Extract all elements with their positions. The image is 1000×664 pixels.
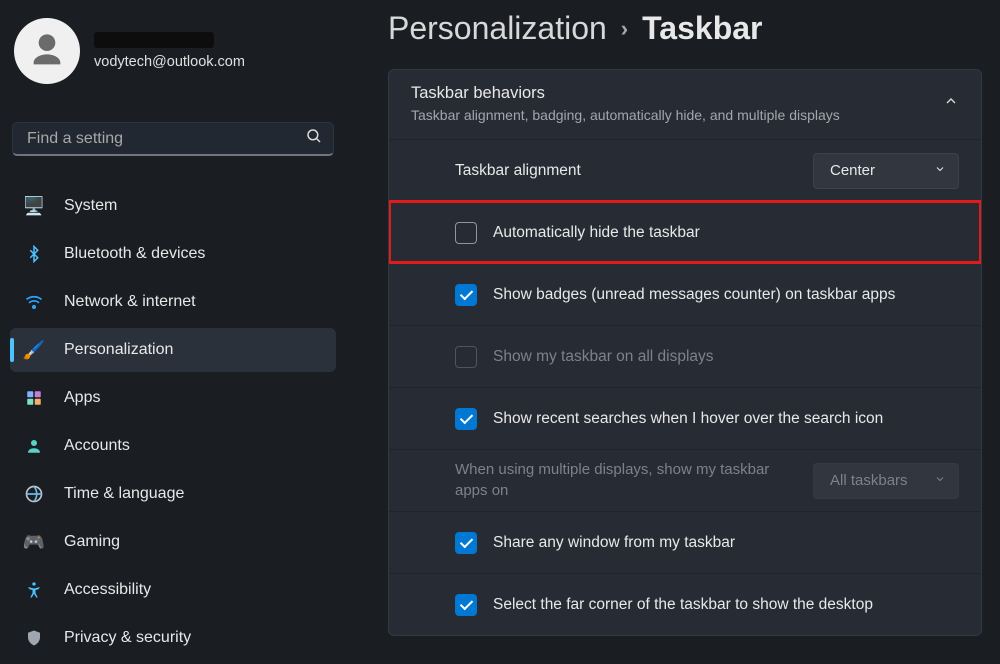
taskbar-behaviors-card: Taskbar behaviors Taskbar alignment, bad… — [388, 69, 982, 636]
option-label: Automatically hide the taskbar — [493, 224, 700, 242]
checkbox-share-window[interactable] — [455, 532, 477, 554]
card-subtitle: Taskbar alignment, badging, automaticall… — [411, 107, 840, 123]
user-name-redacted — [94, 32, 214, 48]
apps-icon — [22, 386, 46, 410]
shield-icon — [22, 626, 46, 650]
search-input[interactable] — [27, 130, 305, 148]
row-taskbar-alignment: Taskbar alignment Center — [389, 139, 981, 201]
sidebar-item-privacy[interactable]: Privacy & security — [10, 616, 336, 660]
sidebar-item-gaming[interactable]: 🎮 Gaming — [10, 520, 336, 564]
row-share-window[interactable]: Share any window from my taskbar — [389, 511, 981, 573]
sidebar-item-label: Apps — [64, 389, 100, 407]
checkbox-all-displays — [455, 346, 477, 368]
row-recent-searches[interactable]: Show recent searches when I hover over t… — [389, 387, 981, 449]
breadcrumb-current: Taskbar — [642, 10, 762, 47]
sidebar-item-label: Time & language — [64, 485, 184, 503]
checkbox-recent-searches[interactable] — [455, 408, 477, 430]
option-label: Show badges (unread messages counter) on… — [493, 286, 895, 304]
sidebar-item-label: Privacy & security — [64, 629, 191, 647]
sidebar: vodytech@outlook.com 🖥️ System Bluetooth… — [0, 0, 346, 664]
gamepad-icon: 🎮 — [22, 530, 46, 554]
sidebar-item-accessibility[interactable]: Accessibility — [10, 568, 336, 612]
dropdown-value: Center — [830, 162, 875, 179]
checkbox-far-corner[interactable] — [455, 594, 477, 616]
option-label: Show my taskbar on all displays — [493, 348, 714, 366]
option-label: Show recent searches when I hover over t… — [493, 410, 883, 428]
sidebar-item-bluetooth[interactable]: Bluetooth & devices — [10, 232, 336, 276]
breadcrumb-parent[interactable]: Personalization — [388, 10, 607, 47]
search-box[interactable] — [12, 122, 334, 156]
sidebar-item-label: System — [64, 197, 117, 215]
sidebar-item-time-language[interactable]: Time & language — [10, 472, 336, 516]
sidebar-item-label: Personalization — [64, 341, 173, 359]
sidebar-item-system[interactable]: 🖥️ System — [10, 184, 336, 228]
alignment-label: Taskbar alignment — [455, 162, 581, 180]
chevron-up-icon[interactable] — [943, 93, 959, 114]
sidebar-item-network[interactable]: Network & internet — [10, 280, 336, 324]
sidebar-item-label: Network & internet — [64, 293, 196, 311]
row-show-badges[interactable]: Show badges (unread messages counter) on… — [389, 263, 981, 325]
bluetooth-icon — [22, 242, 46, 266]
user-email: vodytech@outlook.com — [94, 54, 245, 70]
sidebar-item-label: Accounts — [64, 437, 130, 455]
card-header[interactable]: Taskbar behaviors Taskbar alignment, bad… — [389, 70, 981, 139]
row-show-taskbar-all-displays: Show my taskbar on all displays — [389, 325, 981, 387]
row-far-corner-desktop[interactable]: Select the far corner of the taskbar to … — [389, 573, 981, 635]
multi-display-label: When using multiple displays, show my ta… — [455, 460, 813, 501]
card-title: Taskbar behaviors — [411, 84, 840, 103]
chevron-right-icon: › — [621, 16, 628, 42]
dropdown-value: All taskbars — [830, 472, 908, 489]
sidebar-item-label: Accessibility — [64, 581, 151, 599]
chevron-down-icon — [934, 472, 946, 489]
clock-globe-icon — [22, 482, 46, 506]
paintbrush-icon: 🖌️ — [22, 338, 46, 362]
accessibility-icon — [22, 578, 46, 602]
sidebar-item-label: Bluetooth & devices — [64, 245, 205, 263]
multi-display-dropdown: All taskbars — [813, 463, 959, 499]
option-label: Select the far corner of the taskbar to … — [493, 596, 873, 614]
option-label: Share any window from my taskbar — [493, 534, 735, 552]
user-block[interactable]: vodytech@outlook.com — [8, 14, 338, 94]
system-icon: 🖥️ — [22, 194, 46, 218]
sidebar-item-accounts[interactable]: Accounts — [10, 424, 336, 468]
nav-list: 🖥️ System Bluetooth & devices Network & … — [8, 180, 338, 664]
search-icon — [305, 127, 323, 150]
row-auto-hide-taskbar[interactable]: Automatically hide the taskbar — [389, 201, 981, 263]
breadcrumb: Personalization › Taskbar — [388, 10, 982, 47]
sidebar-item-apps[interactable]: Apps — [10, 376, 336, 420]
row-multi-display-apps: When using multiple displays, show my ta… — [389, 449, 981, 511]
sidebar-item-personalization[interactable]: 🖌️ Personalization — [10, 328, 336, 372]
chevron-down-icon — [934, 162, 946, 179]
checkbox-show-badges[interactable] — [455, 284, 477, 306]
checkbox-auto-hide[interactable] — [455, 222, 477, 244]
accounts-icon — [22, 434, 46, 458]
avatar — [14, 18, 80, 84]
alignment-dropdown[interactable]: Center — [813, 153, 959, 189]
sidebar-item-label: Gaming — [64, 533, 120, 551]
main-content: Personalization › Taskbar Taskbar behavi… — [346, 0, 1000, 664]
wifi-icon — [22, 290, 46, 314]
